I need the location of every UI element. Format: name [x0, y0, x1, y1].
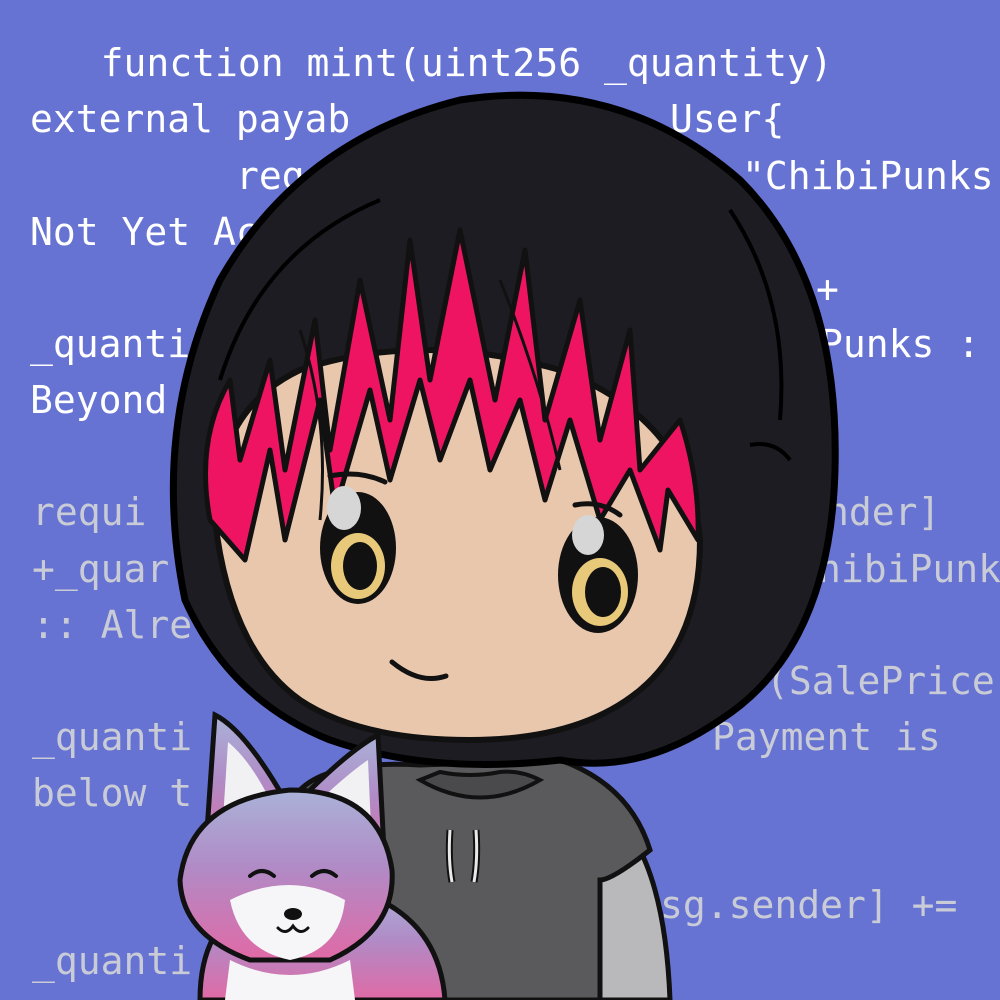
- left-eye-shine: [327, 486, 361, 530]
- right-eye-shine: [572, 515, 604, 555]
- left-eye-pupil: [343, 542, 377, 590]
- right-eye-pupil: [585, 567, 621, 617]
- chibi-character: [169, 91, 839, 1000]
- fox-nose: [284, 908, 302, 920]
